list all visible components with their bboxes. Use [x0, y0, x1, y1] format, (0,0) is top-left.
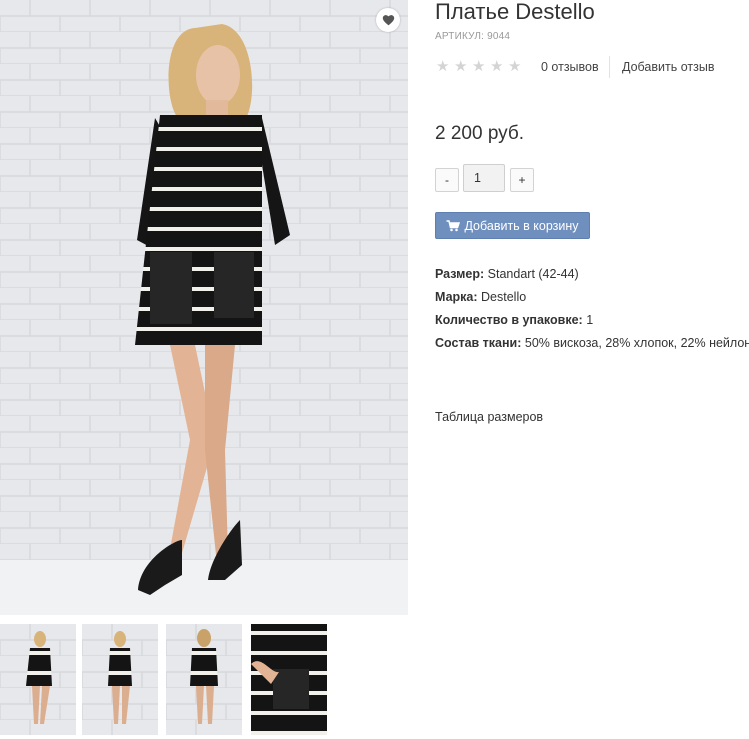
star-icon[interactable]: ★ [508, 59, 523, 74]
cart-icon [446, 219, 461, 231]
product-sku: АРТИКУЛ: 9044 [435, 31, 511, 42]
favorite-button[interactable] [376, 8, 400, 32]
star-icon[interactable]: ★ [490, 59, 505, 74]
property-value: 50% вискоза, 28% хлопок, 22% нейлон [524, 336, 749, 350]
thumbnail-3[interactable] [166, 624, 242, 735]
star-icon[interactable]: ★ [436, 59, 451, 74]
thumbnail-1[interactable] [0, 624, 76, 735]
property-row: Марка: Destello [435, 286, 749, 309]
reviews-count[interactable]: 0 отзывов [541, 60, 599, 74]
product-price: 2 200 руб. [435, 123, 525, 144]
main-product-photo[interactable] [0, 0, 408, 615]
thumbnail-gallery [0, 624, 340, 739]
thumbnail-2[interactable] [82, 624, 158, 735]
property-row: Состав ткани: 50% вискоза, 28% хлопок, 2… [435, 332, 749, 355]
property-value: Standart (42-44) [487, 267, 579, 281]
add-to-cart-label: Добавить в корзину [464, 218, 579, 233]
property-label: Количество в упаковке: [435, 313, 583, 327]
quantity-input[interactable] [463, 164, 505, 192]
property-label: Состав ткани: [435, 336, 522, 350]
star-icon[interactable]: ★ [454, 59, 469, 74]
thumbnail-2-image [82, 624, 158, 735]
add-review-link[interactable]: Добавить отзыв [622, 60, 714, 74]
product-title: Платье Destello [435, 0, 595, 24]
property-row: Размер: Standart (42-44) [435, 263, 749, 286]
heart-icon [382, 15, 394, 26]
property-value: 1 [586, 313, 594, 327]
size-table-link[interactable]: Таблица размеров [435, 410, 543, 424]
thumbnail-4-image [251, 624, 327, 735]
property-label: Размер: [435, 267, 485, 281]
property-label: Марка: [435, 290, 478, 304]
divider [609, 56, 610, 78]
thumbnail-4[interactable] [251, 624, 327, 735]
rating-stars[interactable]: ★ ★ ★ ★ ★ [436, 59, 523, 74]
thumbnail-3-image [166, 624, 242, 735]
quantity-increase-button[interactable]: + [510, 168, 534, 192]
property-value: Destello [481, 290, 527, 304]
quantity-decrease-button[interactable]: - [435, 168, 459, 192]
property-row: Количество в упаковке: 1 [435, 309, 749, 332]
add-to-cart-button[interactable]: Добавить в корзину [435, 212, 590, 239]
product-properties: Размер: Standart (42-44) Марка: Destello… [435, 263, 749, 355]
product-photo-image [0, 0, 408, 615]
thumbnail-1-image [0, 624, 76, 735]
star-icon[interactable]: ★ [472, 59, 487, 74]
